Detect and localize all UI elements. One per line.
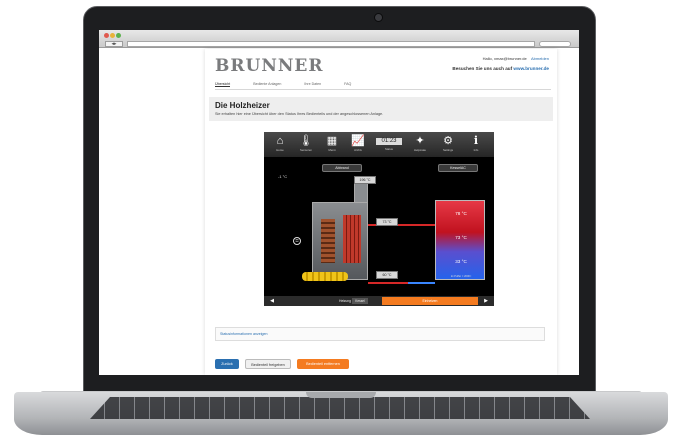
- status-info-link[interactable]: Statusinformationen anzeigen: [220, 332, 268, 336]
- control-panel: ⌂ Home 🌡 Sensoren ▦ Menü 📈 Archiv 01:23 Statu…: [264, 132, 494, 306]
- page-subtitle: Sie erhalten hier eine Übersicht über de…: [215, 112, 384, 116]
- return-pipe: [408, 282, 435, 284]
- status-info-box: Statusinformationen anzeigen: [215, 327, 545, 341]
- header-user: Hallo, xmax@brunner.de Abmelden Besuchen…: [452, 56, 549, 71]
- clock-icon: 01:23: [376, 138, 402, 145]
- toolbar-label: Archiv: [354, 148, 362, 152]
- tab-profile[interactable]: Ihre Daten: [304, 82, 321, 86]
- wand-icon: ✦: [415, 135, 425, 147]
- panel-toolbar: ⌂ Home 🌡 Sensoren ▦ Menü 📈 Archiv 01:23 Statu…: [264, 132, 494, 157]
- visit-link[interactable]: www.brunner.de: [513, 66, 549, 71]
- mode-label[interactable]: Kessel: [352, 298, 368, 304]
- toolbar-home[interactable]: ⌂ Home: [268, 134, 292, 156]
- home-icon: ⌂: [276, 135, 284, 147]
- back-button[interactable]: Zurück: [215, 359, 239, 369]
- keyboard: [90, 397, 590, 419]
- tank-temp-top: 78 °C: [455, 211, 467, 216]
- stage: ◂▸ BRUNNER Hallo, xmax@brunner.de Abmeld…: [0, 0, 682, 441]
- kessel-button[interactable]: KesselAC: [438, 164, 478, 172]
- visit-line: Besuchen Sie uns auch auf www.brunner.de: [452, 66, 549, 71]
- tank-note: 2x Puffer = 2000 l: [450, 275, 472, 278]
- user-greeting: Hallo, xmax@brunner.de: [482, 56, 527, 61]
- close-icon[interactable]: [104, 33, 109, 38]
- lock-icon[interactable]: ⚿: [293, 237, 301, 245]
- firebox: [321, 219, 335, 263]
- title-band: Die Holzheizer Sie erhalten hier eine Üb…: [209, 97, 553, 121]
- next-arrow-icon[interactable]: ▶: [480, 296, 492, 306]
- toolbar-menu[interactable]: ▦ Menü: [320, 134, 344, 156]
- visit-prefix: Besuchen Sie uns auch auf: [452, 66, 513, 71]
- buffer-tank: 78 °C 73 °C 33 °C 2x Puffer = 2000 l: [435, 200, 485, 280]
- toolbar-label: Status: [385, 147, 393, 151]
- brunner-logo[interactable]: BRUNNER: [215, 56, 324, 76]
- share-device-button[interactable]: Bedienteil freigeben: [245, 359, 291, 369]
- spiral-coil: [302, 272, 348, 281]
- chart-icon: 📈: [351, 135, 365, 147]
- toolbar-archive[interactable]: 📈 Archiv: [346, 134, 370, 156]
- thermometer-icon: 🌡: [299, 135, 313, 147]
- toolbar-label: Sensoren: [300, 148, 312, 152]
- lid-notch: [306, 392, 376, 398]
- tab-overview[interactable]: Übersicht: [215, 82, 231, 87]
- flue-temp: 196 °C: [354, 176, 376, 184]
- toolbar-sensors[interactable]: 🌡 Sensoren: [294, 134, 318, 156]
- mix-pipe: [368, 282, 408, 284]
- toolbar-label: Home: [276, 148, 284, 152]
- toolbar-info[interactable]: i Info: [464, 134, 488, 156]
- settings-icon: ⚙: [443, 135, 453, 147]
- toolbar-settings[interactable]: ⚙ Settings: [436, 134, 460, 156]
- content-area: BRUNNER Hallo, xmax@brunner.de Abmelden …: [205, 49, 557, 375]
- toolbar-label: Settings: [442, 148, 454, 152]
- maximize-icon[interactable]: [116, 33, 121, 38]
- boiler-graphic: [312, 202, 368, 280]
- toolbar-helpmate[interactable]: ✦ Helpmate: [408, 134, 432, 156]
- toolbar-label: Info: [473, 148, 479, 152]
- camera-icon: [374, 13, 383, 22]
- back-forward-icon[interactable]: ◂▸: [105, 41, 123, 47]
- page: BRUNNER Hallo, xmax@brunner.de Abmelden …: [99, 49, 579, 375]
- return-temp: 60 °C: [376, 271, 398, 279]
- abbrand-button[interactable]: Abbrand: [322, 164, 362, 172]
- address-bar[interactable]: [127, 41, 535, 47]
- tank-temp-low: 33 °C: [455, 259, 467, 264]
- toolbar-status[interactable]: 01:23 Status: [374, 134, 404, 156]
- remove-device-button[interactable]: Bedienteil entfernen: [297, 359, 349, 369]
- laptop-screen: ◂▸ BRUNNER Hallo, xmax@brunner.de Abmeld…: [99, 30, 579, 375]
- toolbar-label: Helpmate: [414, 148, 426, 152]
- tank-temp-mid: 73 °C: [455, 235, 467, 240]
- prev-arrow-icon[interactable]: ◀: [266, 296, 278, 306]
- outside-temp: -1 °C: [278, 174, 288, 179]
- browser-chrome: ◂▸: [99, 30, 579, 48]
- heat-exchanger: [343, 215, 361, 263]
- panel-bottom-bar: ◀ Heizung Kessel Einheizen ▶: [264, 296, 494, 306]
- search-input[interactable]: [539, 41, 571, 47]
- ignite-button[interactable]: Einheizen: [382, 297, 478, 305]
- tab-devices[interactable]: Bediente Anlagen: [253, 82, 281, 86]
- logout-link[interactable]: Abmelden: [531, 56, 549, 61]
- nav-tabs: Übersicht Bediente Anlagen Ihre Daten FA…: [215, 82, 551, 90]
- menu-icon: ▦: [326, 135, 338, 147]
- info-icon: i: [473, 134, 479, 147]
- page-title: Die Holzheizer: [215, 101, 270, 110]
- minimize-icon[interactable]: [110, 33, 115, 38]
- supply-temp: 73 °C: [376, 218, 398, 226]
- toolbar-label: Menü: [328, 148, 336, 152]
- tab-faq[interactable]: FAQ: [344, 82, 351, 86]
